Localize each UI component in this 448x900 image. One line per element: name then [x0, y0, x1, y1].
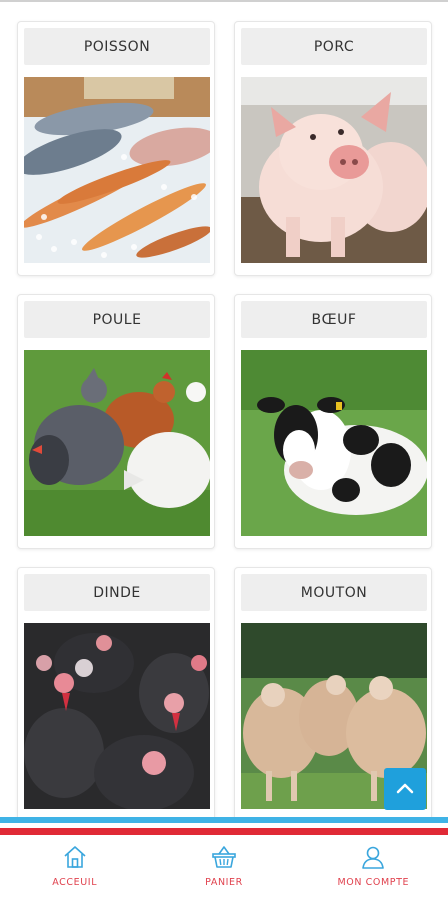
- home-icon: [64, 846, 86, 868]
- category-image-cow[interactable]: [241, 350, 427, 536]
- category-title: DINDE: [24, 574, 210, 611]
- nav-label: PANIER: [205, 877, 243, 888]
- top-divider: [0, 0, 448, 2]
- footer-stripe-red: [0, 828, 448, 835]
- category-image-fish[interactable]: [24, 77, 210, 263]
- hen-image: [24, 350, 210, 536]
- chevron-up-icon: [396, 783, 414, 794]
- cow-image: [241, 350, 427, 536]
- nav-label: MON COMPTE: [337, 877, 410, 888]
- nav-item-accueil[interactable]: ACCEUIL: [0, 835, 149, 900]
- bottom-navigation: ACCEUIL PANIER MON COMPTE: [0, 835, 448, 900]
- category-card-dinde[interactable]: DINDE: [17, 567, 215, 822]
- category-title: POULE: [24, 301, 210, 338]
- category-title: MOUTON: [241, 574, 427, 611]
- category-image-hens[interactable]: [24, 350, 210, 536]
- category-card-porc[interactable]: PORC: [234, 21, 432, 276]
- turkey-image: [24, 623, 210, 809]
- category-card-poisson[interactable]: POISSON: [17, 21, 215, 276]
- basket-icon: [212, 846, 236, 868]
- category-title: BŒUF: [241, 301, 427, 338]
- category-title: POISSON: [24, 28, 210, 65]
- nav-item-panier[interactable]: PANIER: [149, 835, 298, 900]
- category-card-boeuf[interactable]: BŒUF: [234, 294, 432, 549]
- user-icon: [362, 846, 385, 869]
- scroll-to-top-button[interactable]: [384, 768, 426, 810]
- category-title: PORC: [241, 28, 427, 65]
- nav-item-mon-compte[interactable]: MON COMPTE: [299, 835, 448, 900]
- fish-image: [24, 77, 210, 263]
- category-image-turkeys[interactable]: [24, 623, 210, 809]
- category-card-poule[interactable]: POULE: [17, 294, 215, 549]
- nav-label: ACCEUIL: [52, 877, 98, 888]
- pig-image: [241, 77, 427, 263]
- category-image-pigs[interactable]: [241, 77, 427, 263]
